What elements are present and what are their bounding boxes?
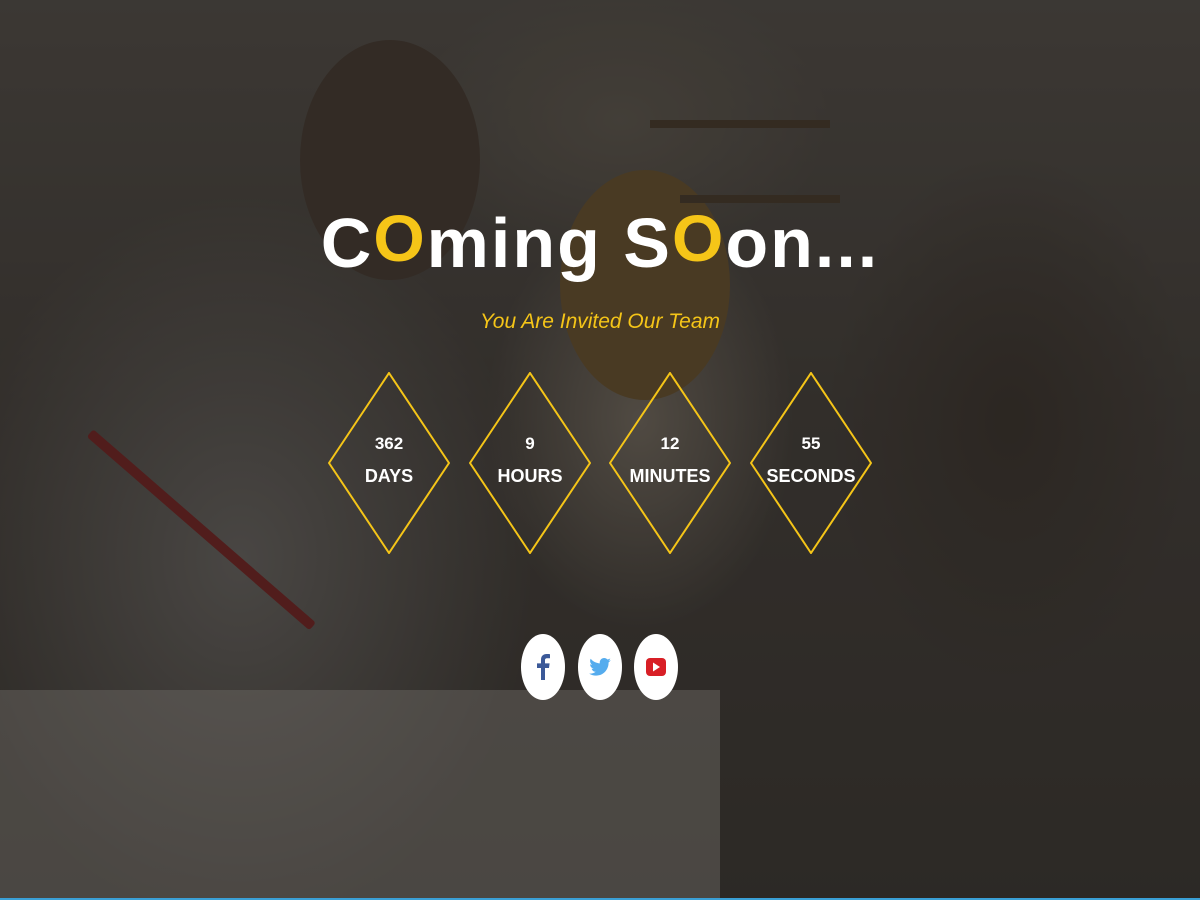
title-part: on... [725, 204, 880, 282]
countdown-timer: 362 DAYS 9 HOURS 12 MINUTES 55 SECONDS [328, 372, 872, 554]
facebook-icon [537, 654, 550, 680]
page-subtitle: You Are Invited Our Team [479, 310, 721, 333]
diamond-frame-icon [328, 372, 450, 554]
countdown-hours-value: 9 [525, 434, 535, 453]
title-part-accent: O [373, 201, 427, 275]
title-part: ming S [426, 204, 673, 282]
page-title: COming SOon... [0, 198, 1200, 289]
countdown-hours: 9 HOURS [469, 372, 591, 554]
countdown-seconds-value: 55 [801, 434, 821, 453]
diamond-frame-icon [609, 372, 731, 554]
twitter-icon [589, 658, 611, 676]
countdown-days-value: 362 [374, 434, 404, 453]
countdown-minutes: 12 MINUTES [609, 372, 731, 554]
social-links [521, 634, 681, 700]
youtube-icon [646, 658, 666, 676]
countdown-minutes-label: MINUTES [629, 466, 711, 486]
countdown-days-label: DAYS [364, 466, 414, 486]
countdown-minutes-value: 12 [660, 434, 680, 453]
title-part: C [320, 204, 374, 282]
countdown-seconds-label: SECONDS [766, 466, 856, 486]
diamond-frame-icon [469, 372, 591, 554]
twitter-button[interactable] [578, 634, 622, 700]
countdown-hours-label: HOURS [497, 466, 563, 486]
coming-soon-section: COming SOon... You Are Invited Our Team … [0, 0, 1200, 900]
title-part-accent: O [672, 201, 726, 275]
countdown-seconds: 55 SECONDS [750, 372, 872, 554]
diamond-frame-icon [750, 372, 872, 554]
facebook-button[interactable] [521, 634, 565, 700]
countdown-days: 362 DAYS [328, 372, 450, 554]
youtube-button[interactable] [634, 634, 678, 700]
